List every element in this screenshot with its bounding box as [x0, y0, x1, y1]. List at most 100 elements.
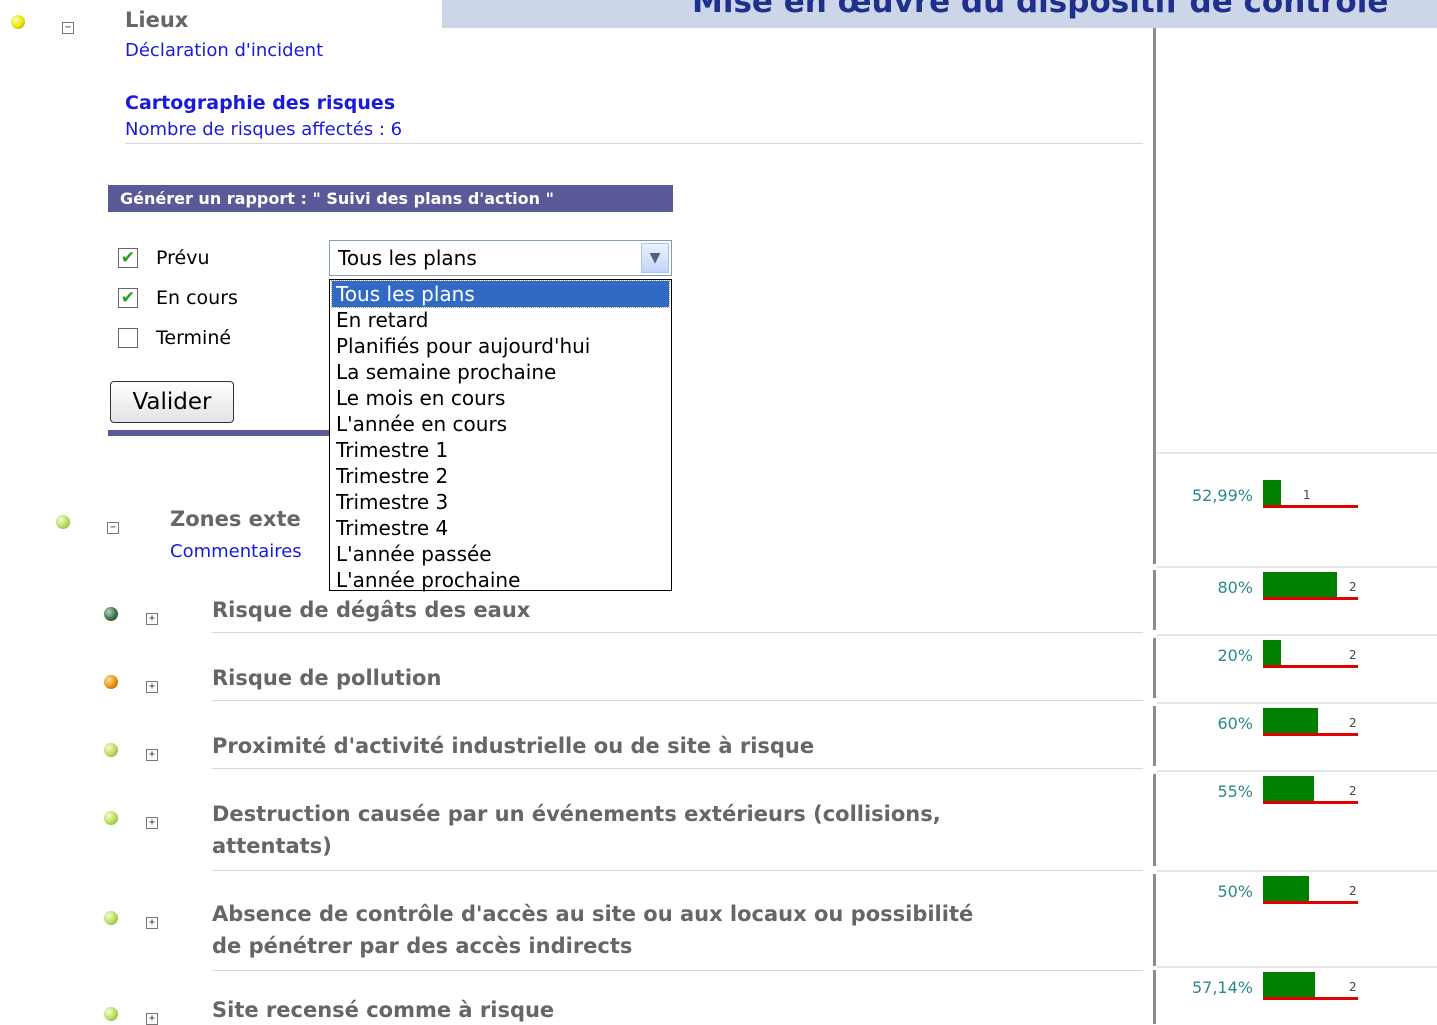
lieux-title: Lieux — [125, 8, 189, 32]
dropdown-option[interactable]: L'année prochaine — [332, 567, 669, 593]
report-panel-footer — [108, 430, 348, 436]
action-count: 2 — [1349, 784, 1357, 798]
risk-status-bullet-icon — [104, 675, 118, 689]
dropdown-option[interactable]: Planifiés pour aujourd'hui — [332, 333, 669, 359]
progress-bar — [1263, 640, 1281, 666]
report-header: Générer un rapport : " Suivi des plans d… — [108, 185, 673, 212]
banner-title: Mise en œuvre du dispositif de contrôle — [692, 0, 1389, 20]
stats-divider — [1157, 870, 1437, 872]
risk-title[interactable]: Destruction causée par un événements ext… — [212, 802, 941, 826]
declaration-incident-link[interactable]: Déclaration d'incident — [125, 40, 323, 61]
column-separator — [1153, 28, 1156, 456]
progress-bar — [1263, 572, 1337, 598]
checkbox-prévu[interactable]: ✔ — [118, 248, 138, 268]
dropdown-option[interactable]: Trimestre 2 — [332, 463, 669, 489]
risk-title[interactable]: Risque de dégâts des eaux — [212, 598, 530, 622]
percent-value: 20% — [1217, 646, 1253, 665]
divider — [212, 632, 1143, 633]
progress-baseline — [1263, 801, 1358, 804]
dropdown-option[interactable]: L'année en cours — [332, 411, 669, 437]
stats-divider — [1157, 702, 1437, 704]
progress-baseline — [1263, 597, 1358, 600]
progress-bar — [1263, 708, 1318, 734]
collapse-icon[interactable]: − — [107, 522, 119, 534]
expand-icon[interactable]: + — [146, 817, 158, 829]
risk-title[interactable]: Site recensé comme à risque — [212, 998, 554, 1022]
collapse-icon[interactable]: − — [62, 22, 74, 34]
risk-status-bullet-icon — [104, 743, 118, 757]
expand-icon[interactable]: + — [146, 613, 158, 625]
expand-icon[interactable]: + — [146, 1013, 158, 1025]
dropdown-option[interactable]: En retard — [332, 307, 669, 333]
action-count: 2 — [1349, 580, 1357, 594]
status-bullet-icon — [11, 15, 25, 29]
divider — [212, 700, 1143, 701]
expand-icon[interactable]: + — [146, 681, 158, 693]
percent-value: 80% — [1217, 578, 1253, 597]
risk-status-bullet-icon — [104, 911, 118, 925]
stats-divider — [1157, 966, 1437, 968]
divider — [212, 870, 1143, 871]
stats-divider — [1157, 452, 1437, 454]
action-count: 2 — [1349, 980, 1357, 994]
plan-filter-dropdown: Tous les plans En retard Planifiés pour au… — [329, 279, 672, 593]
valider-button[interactable]: Valider — [110, 381, 234, 423]
percent-value: 57,14% — [1191, 978, 1253, 997]
dropdown-option[interactable]: Tous les plans — [331, 280, 670, 308]
checkbox-label: Prévu — [156, 247, 210, 269]
stats-divider — [1157, 634, 1437, 636]
commentaires-link[interactable]: Commentaires — [170, 541, 302, 562]
percent-value: 60% — [1217, 714, 1253, 733]
checkbox-en-cours[interactable]: ✔ — [118, 288, 138, 308]
checkbox-label: En cours — [156, 287, 238, 309]
expand-icon[interactable]: + — [146, 749, 158, 761]
divider — [212, 768, 1143, 769]
progress-baseline — [1263, 901, 1358, 904]
dropdown-option[interactable]: La semaine prochaine — [332, 359, 669, 385]
plan-filter-select[interactable]: Tous les plans ▼ — [329, 240, 672, 276]
action-count: 2 — [1349, 716, 1357, 730]
progress-bar — [1263, 776, 1314, 802]
progress-baseline — [1263, 733, 1358, 736]
divider — [212, 970, 1143, 971]
risk-title[interactable]: Absence de contrôle d'accès au site ou a… — [212, 902, 973, 926]
risk-title[interactable]: attentats) — [212, 834, 332, 858]
dropdown-option[interactable]: Le mois en cours — [332, 385, 669, 411]
stats-divider — [1157, 566, 1437, 568]
expand-icon[interactable]: + — [146, 917, 158, 929]
risk-title[interactable]: Proximité d'activité industrielle ou de … — [212, 734, 814, 758]
risk-status-bullet-icon — [104, 1007, 118, 1021]
select-current-value: Tous les plans — [338, 246, 477, 270]
risk-status-bullet-icon — [104, 811, 118, 825]
progress-bar — [1263, 480, 1281, 506]
progress-baseline — [1263, 505, 1358, 508]
divider — [125, 143, 1143, 144]
dropdown-option[interactable]: Trimestre 4 — [332, 515, 669, 541]
status-bullet-icon — [56, 515, 70, 529]
dropdown-option[interactable]: Trimestre 3 — [332, 489, 669, 515]
percent-value: 55% — [1217, 782, 1253, 801]
risk-title[interactable]: de pénétrer par des accès indirects — [212, 934, 632, 958]
chevron-down-icon[interactable]: ▼ — [641, 243, 669, 273]
progress-baseline — [1263, 665, 1358, 668]
column-separator — [1153, 456, 1156, 564]
percent-value: 50% — [1217, 882, 1253, 901]
progress-bar — [1263, 876, 1309, 902]
action-count: 2 — [1349, 648, 1357, 662]
risk-status-bullet-icon — [104, 607, 118, 621]
dropdown-option[interactable]: L'année passée — [332, 541, 669, 567]
cartographie-title[interactable]: Cartographie des risques — [125, 92, 395, 114]
page-banner: Mise en œuvre du dispositif de contrôle — [442, 0, 1437, 28]
progress-bar — [1263, 972, 1315, 998]
checkbox-terminé[interactable] — [118, 328, 138, 348]
progress-baseline — [1263, 997, 1358, 1000]
zones-title: Zones exte — [170, 507, 301, 531]
checkbox-label: Terminé — [156, 327, 232, 349]
nombre-risques-text: Nombre de risques affectés : 6 — [125, 119, 403, 140]
risk-title[interactable]: Risque de pollution — [212, 666, 441, 690]
stats-divider — [1157, 770, 1437, 772]
action-count: 1 — [1303, 488, 1311, 502]
dropdown-option[interactable]: Trimestre 1 — [332, 437, 669, 463]
action-count: 2 — [1349, 884, 1357, 898]
percent-value: 52,99% — [1191, 486, 1253, 505]
